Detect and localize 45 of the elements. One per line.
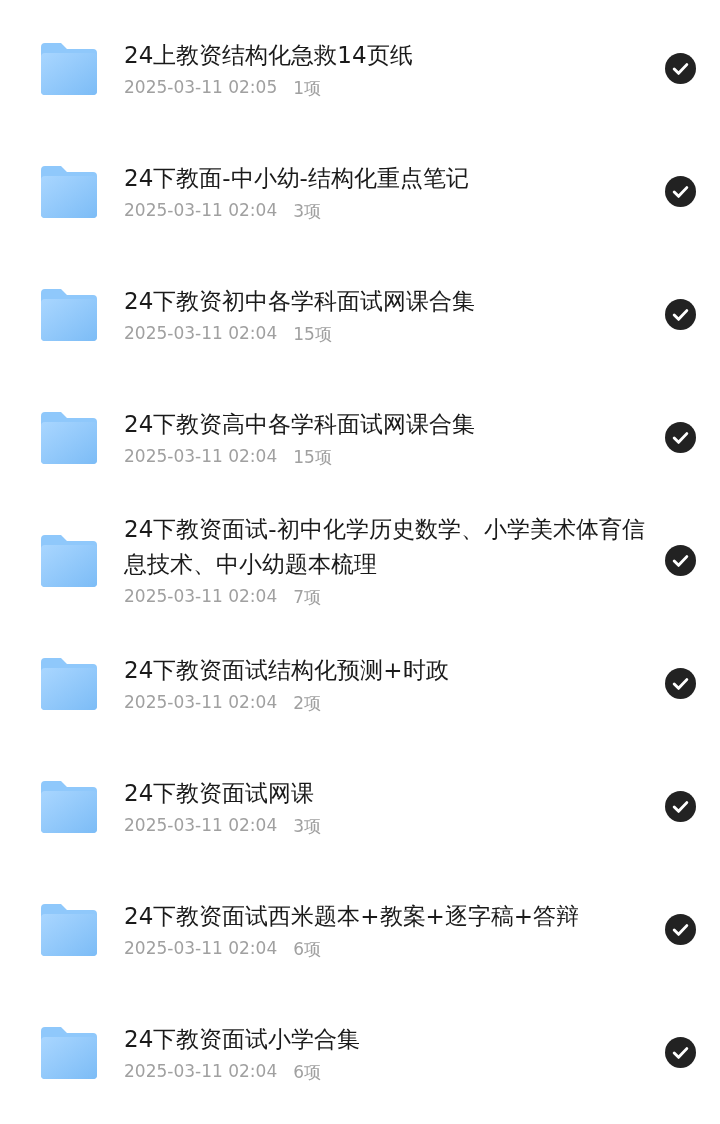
folder-name: 24下教资高中各学科面试网课合集 xyxy=(124,409,477,439)
folder-icon xyxy=(41,903,97,956)
item-count: 15项 xyxy=(293,322,332,346)
folder-name: 24上教资结构化急救14页纸 xyxy=(124,40,414,70)
folder-icon xyxy=(41,165,97,218)
folder-name: 24下教资面试结构化预测+时政 xyxy=(124,655,450,685)
checked-icon[interactable] xyxy=(665,791,696,822)
folder-icon xyxy=(41,411,97,464)
checked-icon[interactable] xyxy=(665,176,696,207)
folder-name: 24下教面-中小幼-结构化重点笔记 xyxy=(124,163,470,193)
modified-date: 2025-03-11 02:04 xyxy=(124,691,278,714)
checked-icon[interactable] xyxy=(665,53,696,84)
modified-date: 2025-03-11 02:04 xyxy=(124,586,278,608)
folder-icon xyxy=(41,657,97,710)
modified-date: 2025-03-11 02:04 xyxy=(124,322,278,345)
checked-icon[interactable] xyxy=(665,668,696,699)
folder-name: 24下教资面试西米题本+教案+逐字稿+答辩 xyxy=(124,901,581,931)
item-count: 15项 xyxy=(293,445,332,469)
item-count: 3项 xyxy=(293,814,322,838)
checked-icon[interactable] xyxy=(665,299,696,330)
checked-icon[interactable] xyxy=(665,914,696,945)
item-count: 2项 xyxy=(293,691,322,715)
folder-icon xyxy=(41,1026,97,1079)
folder-icon xyxy=(41,534,97,587)
checked-icon[interactable] xyxy=(665,422,696,453)
modified-date: 2025-03-11 02:04 xyxy=(124,199,278,222)
modified-date: 2025-03-11 02:04 xyxy=(124,1060,278,1083)
folder-icon xyxy=(41,780,97,833)
folder-name: 24下教资面试小学合集 xyxy=(124,1024,362,1054)
modified-date: 2025-03-11 02:04 xyxy=(124,814,278,837)
folder-name: 24下教资面试网课 xyxy=(124,778,316,808)
modified-date: 2025-03-11 02:04 xyxy=(124,937,278,960)
item-count: 6项 xyxy=(293,1060,322,1084)
folder-name: 24下教资初中各学科面试网课合集 xyxy=(124,286,477,316)
item-count: 6项 xyxy=(293,937,322,961)
item-count: 1项 xyxy=(293,76,322,100)
folder-icon xyxy=(41,42,97,95)
folder-icon xyxy=(41,288,97,341)
modified-date: 2025-03-11 02:04 xyxy=(124,445,278,468)
modified-date: 2025-03-11 02:05 xyxy=(124,76,278,99)
folder-name: 24下教资面试-初中化学历史数学、小学美术体育信息技术、中小幼题本梳理 xyxy=(124,515,645,579)
checked-icon[interactable] xyxy=(665,1037,696,1068)
item-count: 7项 xyxy=(293,586,322,609)
checked-icon[interactable] xyxy=(665,545,696,576)
item-count: 3项 xyxy=(293,199,322,223)
